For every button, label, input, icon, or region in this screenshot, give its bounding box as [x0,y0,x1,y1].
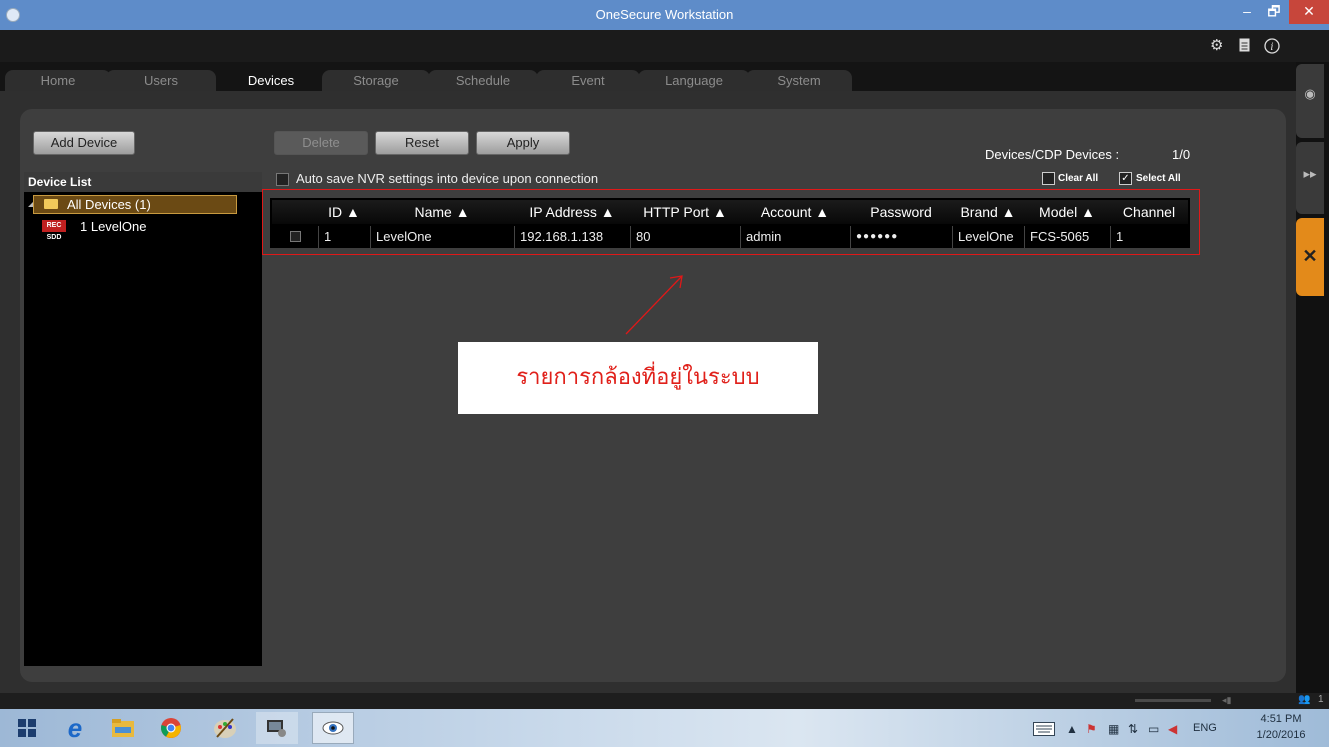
tree-item-all-devices[interactable]: All Devices (1) [33,195,237,214]
gear-icon[interactable]: ⚙ [1210,38,1223,54]
device-manager-icon[interactable] [256,712,298,744]
keyboard-icon[interactable] [1033,722,1055,739]
tab-language[interactable]: Language [638,70,750,92]
tree-item-levelone[interactable]: REC SDD 1 LevelOne [42,219,242,241]
internet-explorer-icon[interactable]: e [54,712,96,744]
recording-badge-icon: REC SDD [42,220,66,241]
tab-schedule[interactable]: Schedule [428,70,538,92]
annotation-text: รายการกล้องที่อยู่ในระบบ [516,365,760,390]
tab-users[interactable]: Users [106,70,216,92]
start-windows-icon[interactable] [6,712,48,744]
folder-icon [44,199,58,209]
auto-save-label: Auto save NVR settings into device upon … [296,171,599,186]
highlight-frame [262,189,1200,255]
network-icon[interactable]: ▭ [1148,722,1159,736]
show-hidden-icons-icon[interactable]: ▲ [1066,722,1078,736]
title-bar: OneSecure Workstation – 🗗 ✕ [0,0,1329,30]
network-hub-icon[interactable]: ▦ [1108,722,1119,736]
sync-icon[interactable]: ⇅ [1128,722,1138,736]
user-count: 1 [1318,694,1324,705]
tree-child-label: 1 LevelOne [80,219,147,234]
auto-save-checkbox[interactable] [276,173,289,186]
delete-button[interactable]: Delete [274,131,368,155]
playback-forward-icon[interactable]: ▸▸ [1296,142,1324,214]
reset-button[interactable]: Reset [375,131,469,155]
language-indicator[interactable]: ENG [1193,722,1217,734]
tab-storage[interactable]: Storage [322,70,430,92]
close-button[interactable]: ✕ [1289,0,1329,24]
onesecure-taskbar-icon[interactable] [312,712,354,744]
info-icon[interactable]: i [1264,38,1280,58]
apply-button[interactable]: Apply [476,131,570,155]
clock-date[interactable]: 1/20/2016 [1246,729,1316,741]
status-bar: ◂▮ 👥 1 [0,693,1329,709]
annotation-arrow-icon [625,275,683,335]
file-explorer-icon[interactable] [102,712,144,744]
volume-slider[interactable] [1135,699,1211,702]
select-all-label[interactable]: Select All [1136,173,1181,184]
tab-system[interactable]: System [746,70,852,92]
chrome-icon[interactable] [150,712,192,744]
paint-icon[interactable] [204,712,246,744]
devices-summary-label: Devices/CDP Devices : [985,147,1120,162]
tree-root-label: All Devices (1) [67,197,151,212]
tab-devices[interactable]: Devices [218,70,324,92]
add-device-button[interactable]: Add Device [33,131,135,155]
devices-summary-value: 1/0 [1172,147,1191,162]
window-title: OneSecure Workstation [595,7,734,22]
minimize-button[interactable]: – [1232,0,1262,24]
device-list-tree [24,192,262,666]
select-all-checkbox[interactable]: ✓ [1119,172,1132,185]
action-center-icon[interactable]: ⚑ [1086,722,1097,736]
users-icon: 👥 [1298,694,1311,705]
volume-slider-icon[interactable]: ◂▮ [1222,695,1238,705]
clear-all-checkbox[interactable] [1042,172,1055,185]
live-view-eye-icon[interactable]: ◉ [1296,64,1324,138]
document-icon[interactable] [1239,38,1250,56]
svg-text:i: i [1270,42,1273,53]
settings-tools-icon[interactable]: ✕ [1296,218,1324,296]
tab-home[interactable]: Home [5,70,111,92]
clock-time[interactable]: 4:51 PM [1246,713,1316,725]
tab-event[interactable]: Event [536,70,640,92]
clear-all-label[interactable]: Clear All [1058,173,1098,184]
volume-muted-icon[interactable]: ◀ [1168,722,1177,736]
top-toolbar: ⚙ i [0,30,1329,62]
restore-button[interactable]: 🗗 [1259,0,1289,24]
device-list-header: Device List [24,172,262,192]
